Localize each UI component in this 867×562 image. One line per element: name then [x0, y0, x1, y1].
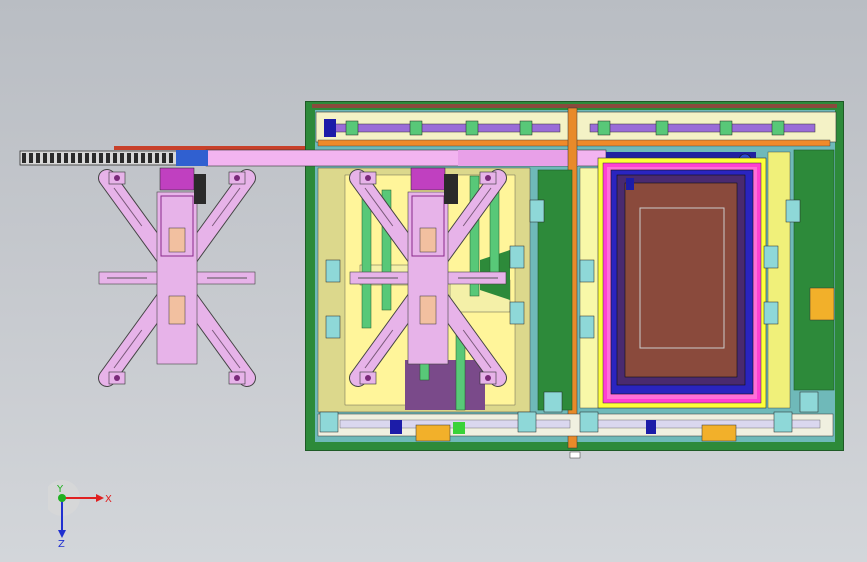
- x-axis-label: X: [105, 494, 112, 505]
- chain-link: [106, 153, 110, 163]
- suction-cup: [234, 175, 240, 181]
- axis-triad: X Z Y: [48, 480, 112, 548]
- suction-cup: [365, 375, 371, 381]
- x-gripper-right[interactable]: [349, 169, 507, 387]
- gripper-jaw: [168, 295, 186, 325]
- tray-assembly[interactable]: [597, 157, 767, 409]
- x-gripper-left[interactable]: [98, 169, 256, 387]
- rail-carriage: [519, 120, 533, 136]
- chain-link: [120, 153, 124, 163]
- suction-cup: [485, 375, 491, 381]
- cad-viewport[interactable]: [0, 0, 867, 562]
- chain-link: [127, 153, 131, 163]
- servo-motor: [799, 391, 819, 413]
- rail-carriage: [345, 120, 359, 136]
- chain-link: [99, 153, 103, 163]
- servo-motor: [773, 411, 793, 433]
- servo-motor: [319, 411, 339, 433]
- chain-link: [134, 153, 138, 163]
- chain-link: [85, 153, 89, 163]
- motor-block: [509, 301, 525, 325]
- chain-link: [155, 153, 159, 163]
- gripper-jaw: [168, 227, 186, 253]
- chain-link: [92, 153, 96, 163]
- servo-motor: [543, 391, 563, 413]
- suction-cup: [485, 175, 491, 181]
- chain-link: [169, 153, 173, 163]
- rail-carriage: [465, 120, 479, 136]
- rail-carriage: [771, 120, 785, 136]
- chain-link: [141, 153, 145, 163]
- motor-block: [579, 259, 595, 283]
- rail-carriage: [655, 120, 669, 136]
- z-axis-label: Z: [58, 539, 65, 548]
- chain-link: [71, 153, 75, 163]
- motor-block: [325, 315, 341, 339]
- gripper-jaw: [419, 295, 437, 325]
- chain-link: [78, 153, 82, 163]
- suction-cup: [234, 375, 240, 381]
- motor-block: [529, 199, 545, 223]
- chain-link: [64, 153, 68, 163]
- suction-cup: [365, 175, 371, 181]
- rail-carriage: [597, 120, 611, 136]
- rail-carriage: [409, 120, 423, 136]
- chain-link: [29, 153, 33, 163]
- gripper-body: [407, 191, 449, 365]
- motor-block: [763, 301, 779, 325]
- y-axis-dot: [58, 494, 66, 502]
- motor-block: [509, 245, 525, 269]
- motor-block: [763, 245, 779, 269]
- suction-cup: [114, 375, 120, 381]
- gripper-jaw: [419, 227, 437, 253]
- chain-link: [148, 153, 152, 163]
- chain-link: [57, 153, 61, 163]
- servo-motor: [579, 411, 599, 433]
- rail-carriage: [719, 120, 733, 136]
- motor-block: [579, 315, 595, 339]
- chain-link: [43, 153, 47, 163]
- chain-link: [162, 153, 166, 163]
- suction-cup: [114, 175, 120, 181]
- chain-link: [50, 153, 54, 163]
- chain-link: [113, 153, 117, 163]
- y-axis-label: Y: [56, 484, 64, 495]
- gripper-body: [156, 191, 198, 365]
- motor-block: [325, 259, 341, 283]
- motor-block: [785, 199, 801, 223]
- chain-link: [36, 153, 40, 163]
- servo-motor: [517, 411, 537, 433]
- chain-link: [22, 153, 26, 163]
